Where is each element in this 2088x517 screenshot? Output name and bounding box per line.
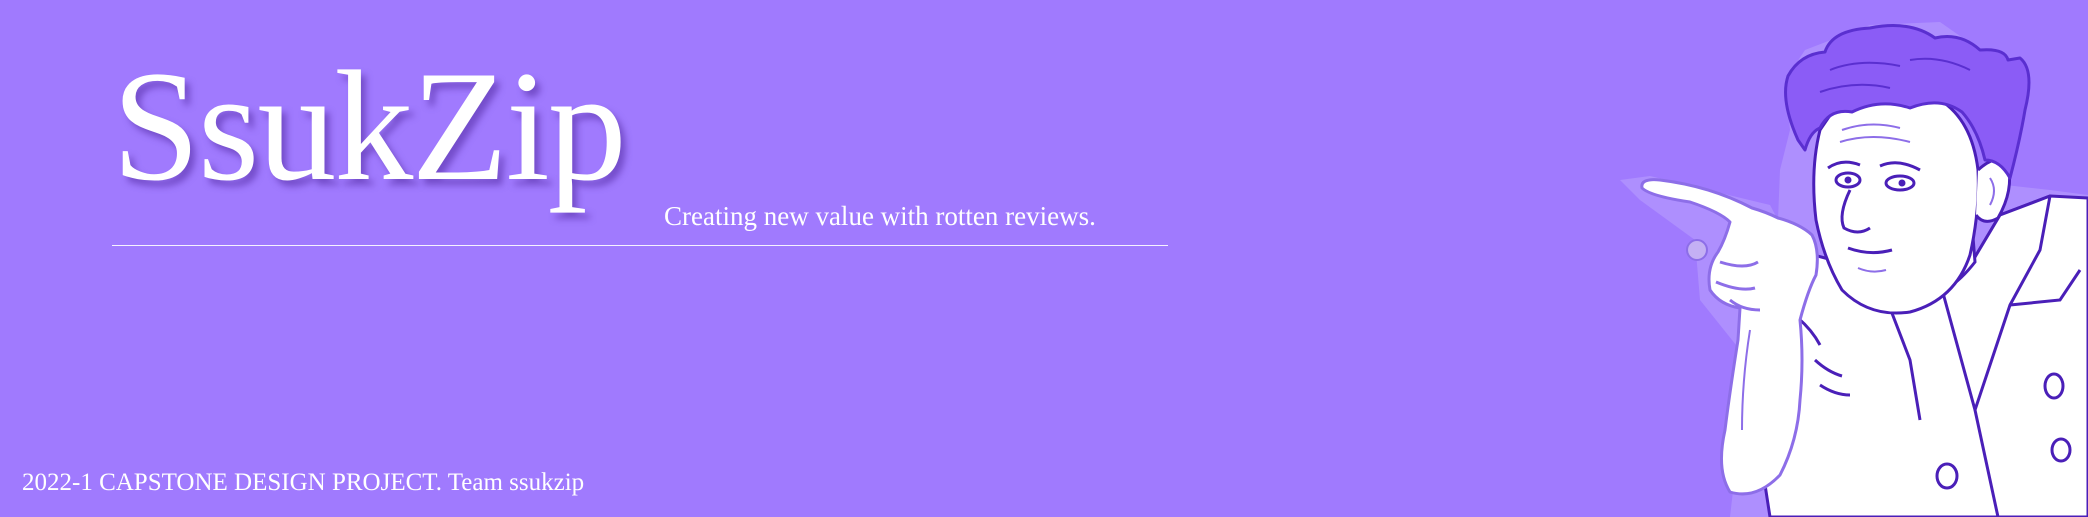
thumbnail xyxy=(1686,239,1708,261)
site-tagline: Creating new value with rotten reviews. xyxy=(664,201,1096,231)
face-shape xyxy=(1812,94,1980,315)
project-credit: 2022-1 CAPSTONE DESIGN PROJECT. Team ssu… xyxy=(22,469,585,496)
pointing-man-illustration xyxy=(1620,22,2088,517)
site-title: SsukZip xyxy=(112,39,627,214)
title-divider xyxy=(112,245,1168,246)
banner: SsukZip Creating new value with rotten r… xyxy=(0,0,2088,517)
